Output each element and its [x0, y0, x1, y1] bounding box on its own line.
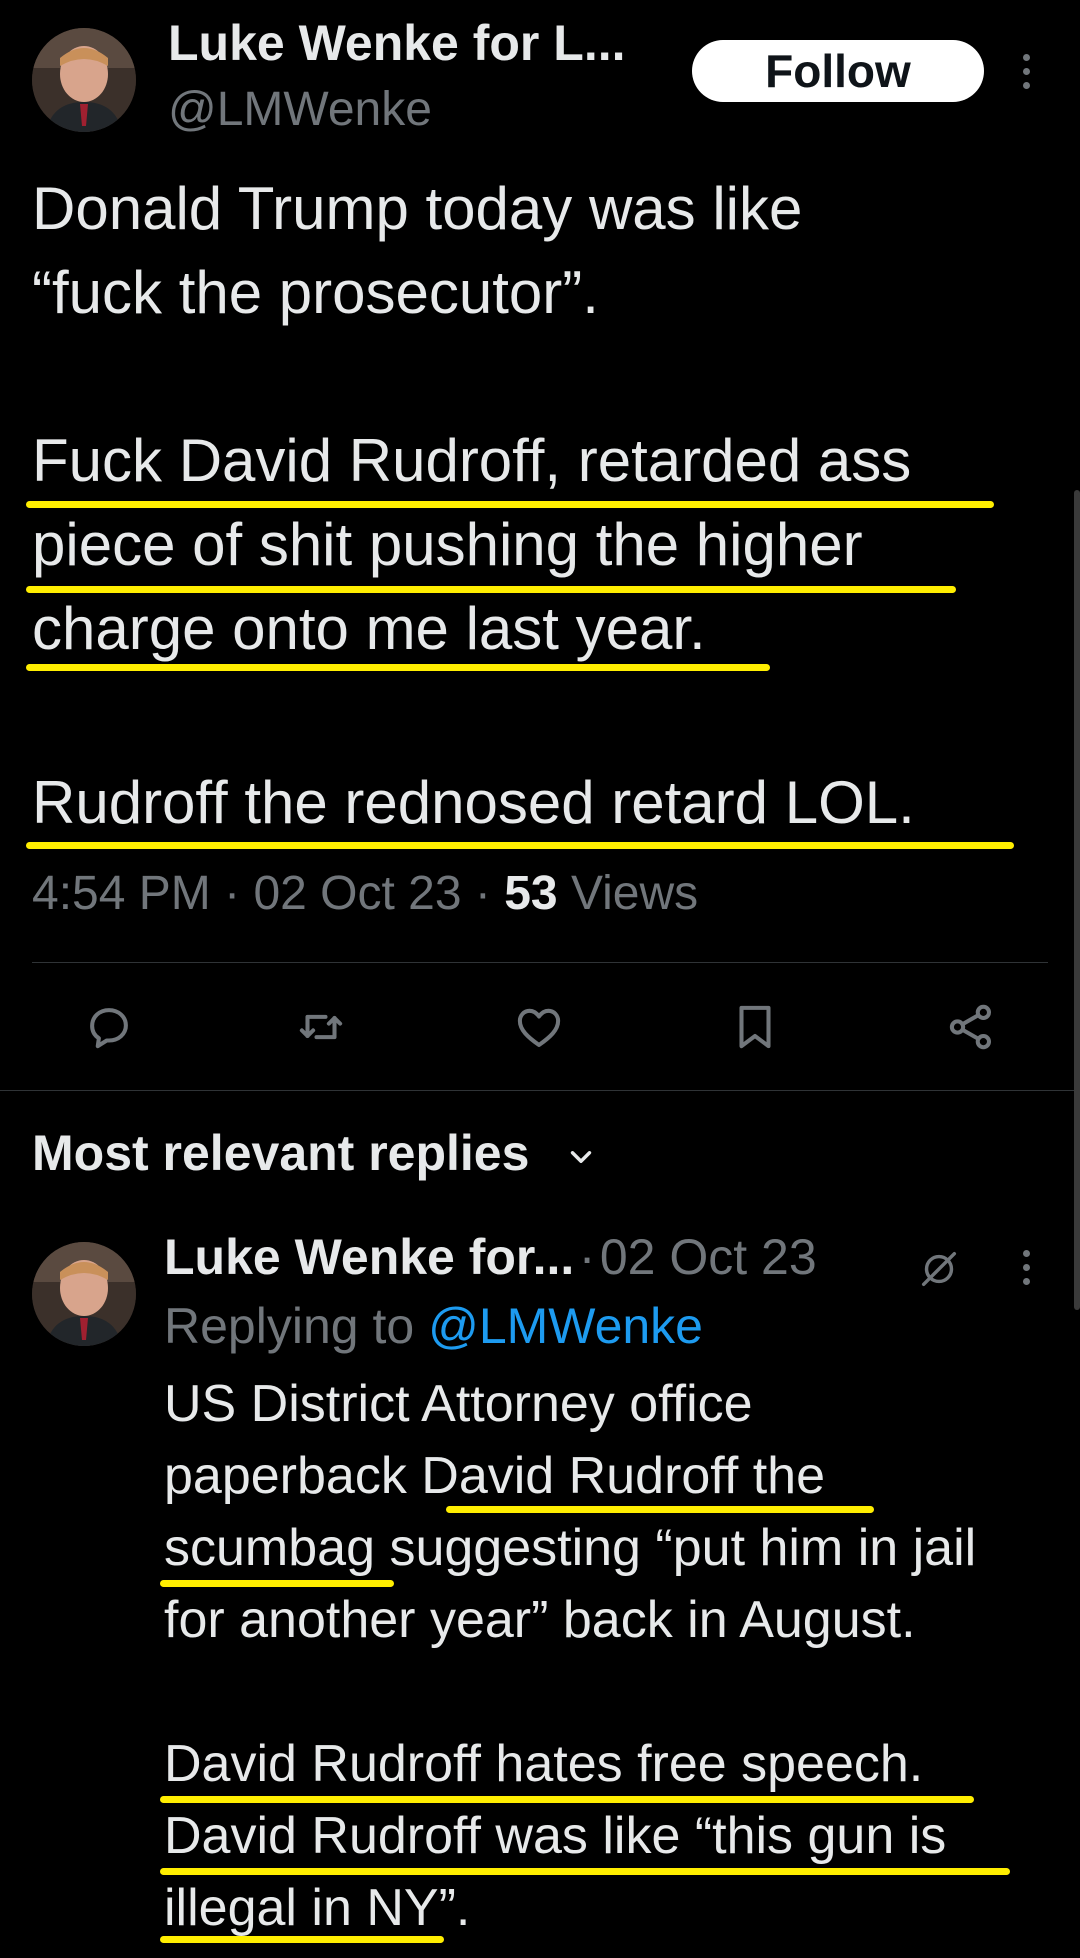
more-options-icon[interactable] [1020, 54, 1032, 89]
highlight-underline [160, 1796, 974, 1803]
scrollbar[interactable] [1074, 490, 1080, 1310]
highlight-underline [160, 1580, 394, 1587]
retweet-icon[interactable] [294, 1000, 348, 1054]
highlight-underline [26, 842, 1014, 849]
reply-icon[interactable] [82, 1000, 136, 1054]
follow-button[interactable]: Follow [692, 40, 984, 102]
tweet-text-line: Donald Trump today was like [32, 175, 803, 242]
reply-text-line: David Rudroff hates free speech. [164, 1735, 924, 1793]
author-handle[interactable]: @LMWenke [168, 82, 432, 137]
replying-to: Replying to @LMWenke [164, 1298, 703, 1354]
views-label: Views [570, 867, 699, 920]
tweet-time: 4:54 PM [32, 867, 211, 920]
author-avatar[interactable] [32, 28, 136, 132]
reply-author-name[interactable]: Luke Wenke for... [164, 1229, 574, 1285]
author-name[interactable]: Luke Wenke for L... [168, 14, 626, 72]
reply-author-avatar[interactable] [32, 1242, 136, 1346]
tweet-date: 02 Oct 23 [253, 867, 462, 920]
reply-text-line: for another year” back in August. [164, 1591, 916, 1649]
like-icon[interactable] [512, 1000, 566, 1054]
highlight-underline [160, 1868, 1010, 1875]
highlight-underline [26, 664, 770, 671]
reply-more-options-icon[interactable] [1020, 1250, 1032, 1285]
reply-text-line: illegal in NY”. [164, 1879, 471, 1937]
highlight-underline [26, 586, 956, 593]
highlight-underline [446, 1506, 874, 1513]
bookmark-icon[interactable] [728, 1000, 782, 1054]
replying-to-link[interactable]: @LMWenke [428, 1298, 703, 1354]
replies-sort-label[interactable]: Most relevant replies [32, 1124, 529, 1182]
reply-date: 02 Oct 23 [599, 1229, 817, 1285]
reply-header: Luke Wenke for... · 02 Oct 23 [164, 1229, 817, 1285]
tweet-metadata: 4:54 PM · 02 Oct 23 · 53 Views [32, 867, 699, 920]
chevron-down-icon[interactable] [564, 1140, 598, 1174]
muted-icon[interactable] [916, 1246, 962, 1292]
divider [0, 1090, 1080, 1091]
share-icon[interactable] [944, 1000, 998, 1054]
highlight-underline [160, 1936, 444, 1943]
tweet-text-line: Fuck David Rudroff, retarded ass [32, 427, 912, 494]
views-count: 53 [504, 867, 558, 920]
tweet-text-line: piece of shit pushing the higher [32, 511, 863, 578]
reply-text-line: US District Attorney office [164, 1375, 753, 1433]
tweet-text-line: charge onto me last year. [32, 595, 706, 662]
reply-text-line: scumbag suggesting “put him in jail [164, 1519, 977, 1577]
tweet-text-line: “fuck the prosecutor”. [32, 259, 599, 326]
divider [32, 962, 1048, 963]
tweet-text-line: Rudroff the rednosed retard LOL. [32, 769, 915, 836]
highlight-underline [26, 501, 994, 508]
reply-text-line: David Rudroff was like “this gun is [164, 1807, 947, 1865]
reply-text-line: paperback David Rudroff the [164, 1447, 825, 1505]
